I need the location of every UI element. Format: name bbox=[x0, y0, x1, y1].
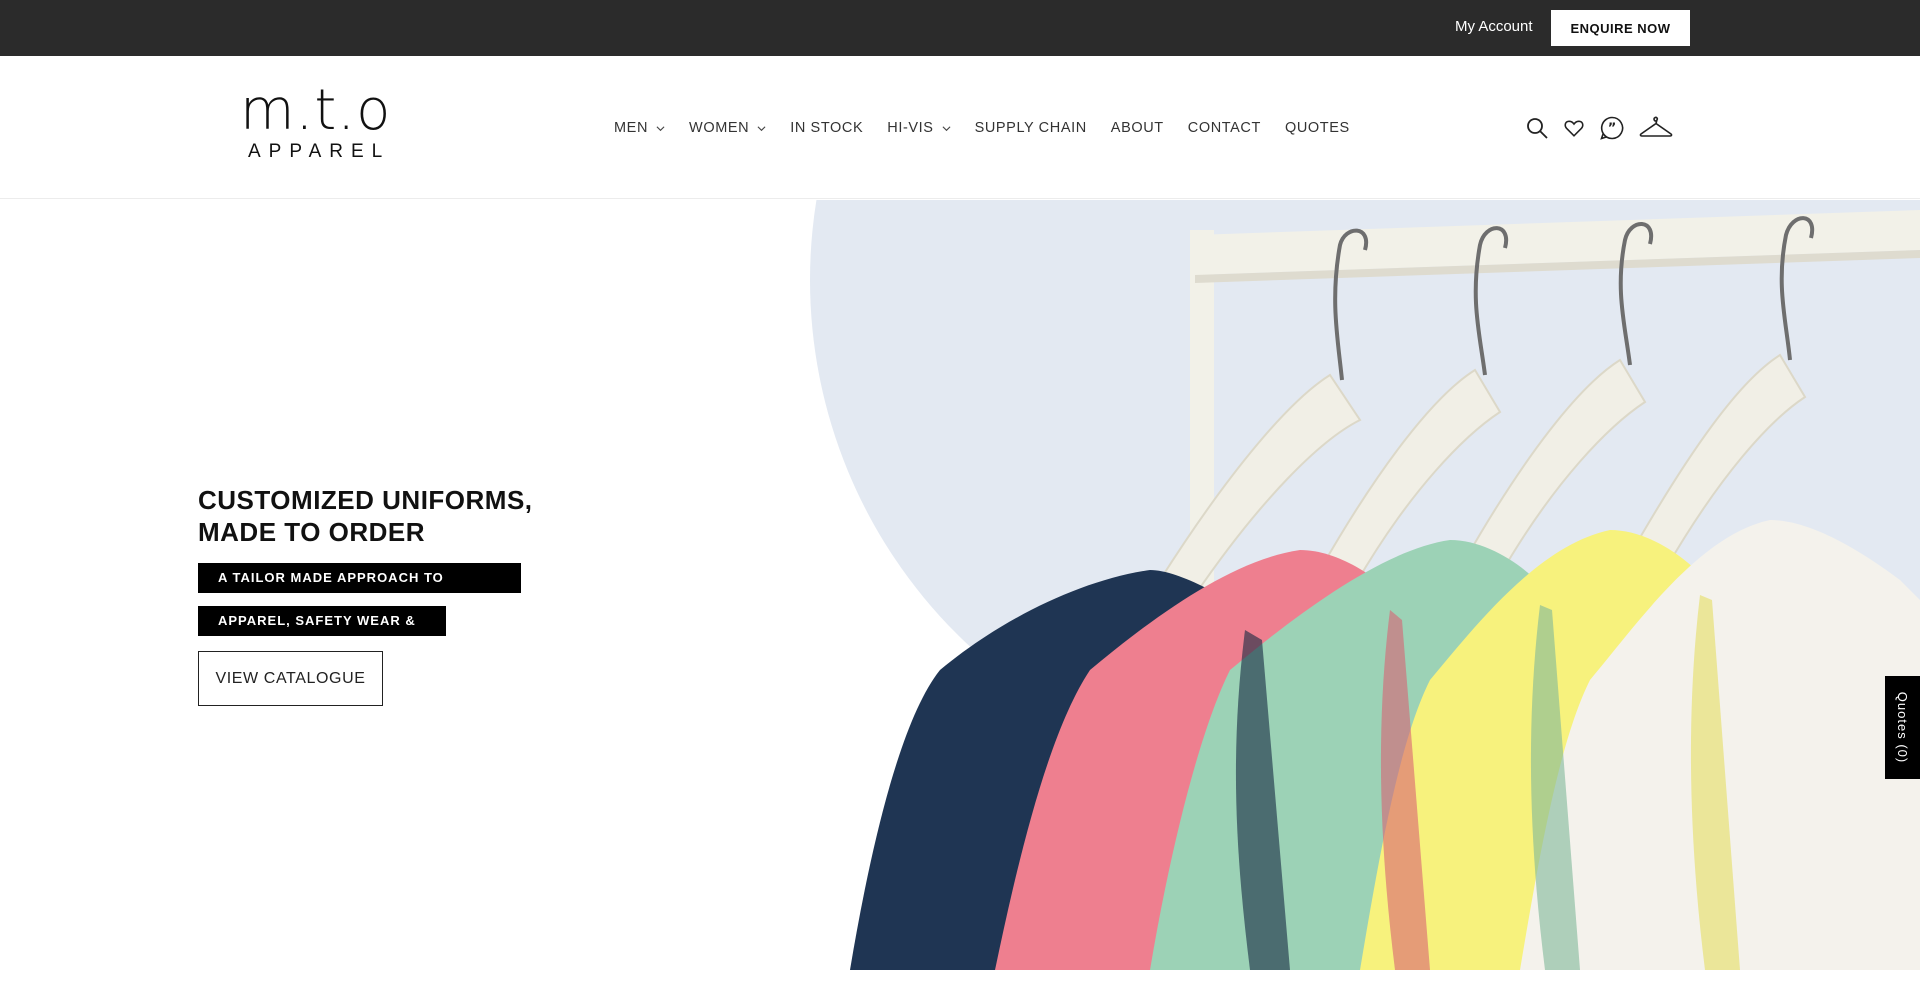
quote-bubble-icon[interactable]: ” bbox=[1599, 115, 1625, 141]
nav-item-label: IN STOCK bbox=[790, 120, 864, 136]
quotes-side-tab[interactable]: Quotes (0) bbox=[1885, 676, 1920, 779]
nav-item-women[interactable]: WOMEN bbox=[689, 120, 766, 136]
nav-item-label: MEN bbox=[614, 120, 649, 136]
logo-mark: m.t.o bbox=[240, 78, 392, 143]
hero-banner: CUSTOMIZED UNIFORMS, MADE TO ORDER A TAI… bbox=[0, 200, 1920, 970]
nav-item-label: QUOTES bbox=[1284, 120, 1350, 136]
nav-item-quotes[interactable]: QUOTES bbox=[1285, 120, 1350, 136]
nav-item-label: WOMEN bbox=[689, 120, 750, 136]
nav-item-contact[interactable]: CONTACT bbox=[1188, 120, 1261, 136]
hero-heading: CUSTOMIZED UNIFORMS, MADE TO ORDER bbox=[198, 484, 558, 548]
search-icon[interactable] bbox=[1525, 116, 1549, 140]
logo-subtitle: APPAREL bbox=[248, 141, 391, 162]
hero-heading-line2: MADE TO ORDER bbox=[198, 517, 426, 547]
hero-heading-line1: CUSTOMIZED UNIFORMS, bbox=[198, 485, 533, 515]
quotes-tab-label: Quotes (0) bbox=[1895, 691, 1911, 764]
hanger-icon[interactable] bbox=[1639, 115, 1673, 141]
chevron-down-icon bbox=[942, 125, 951, 131]
nav-item-about[interactable]: ABOUT bbox=[1111, 120, 1164, 136]
nav-item-supply-chain[interactable]: SUPPLY CHAIN bbox=[975, 120, 1087, 136]
nav-item-label: SUPPLY CHAIN bbox=[974, 120, 1087, 136]
enquire-now-button[interactable]: ENQUIRE NOW bbox=[1551, 10, 1690, 46]
hero-content: CUSTOMIZED UNIFORMS, MADE TO ORDER A TAI… bbox=[198, 484, 558, 706]
svg-text:”: ” bbox=[1608, 122, 1617, 137]
nav-item-in-stock[interactable]: IN STOCK bbox=[790, 120, 863, 136]
chevron-down-icon bbox=[656, 125, 665, 131]
nav-item-hi-vis[interactable]: HI-VIS bbox=[887, 120, 951, 136]
site-logo[interactable]: m.t.o APPAREL bbox=[240, 83, 390, 173]
nav-item-label: CONTACT bbox=[1187, 120, 1261, 136]
heart-icon[interactable] bbox=[1563, 117, 1585, 139]
announcement-bar: My Account ENQUIRE NOW bbox=[0, 0, 1920, 56]
hero-tagline-2: APPAREL, SAFETY WEAR & PPE bbox=[198, 606, 446, 658]
hero-tagline-1: A TAILOR MADE APPROACH TO CORPORATE bbox=[198, 563, 521, 615]
nav-item-label: HI-VIS bbox=[887, 120, 934, 136]
chevron-down-icon bbox=[757, 125, 766, 131]
my-account-link[interactable]: My Account bbox=[1455, 18, 1533, 35]
main-nav: MEN WOMEN IN STOCK HI-VIS SUPPLY CHAIN A… bbox=[614, 118, 1374, 138]
header-icons: ” bbox=[1525, 114, 1687, 142]
site-header: m.t.o APPAREL MEN WOMEN IN STOCK HI-VIS … bbox=[0, 56, 1920, 199]
view-catalogue-button[interactable]: VIEW CATALOGUE bbox=[198, 651, 383, 706]
nav-item-label: ABOUT bbox=[1110, 120, 1164, 136]
nav-item-men[interactable]: MEN bbox=[614, 120, 665, 136]
